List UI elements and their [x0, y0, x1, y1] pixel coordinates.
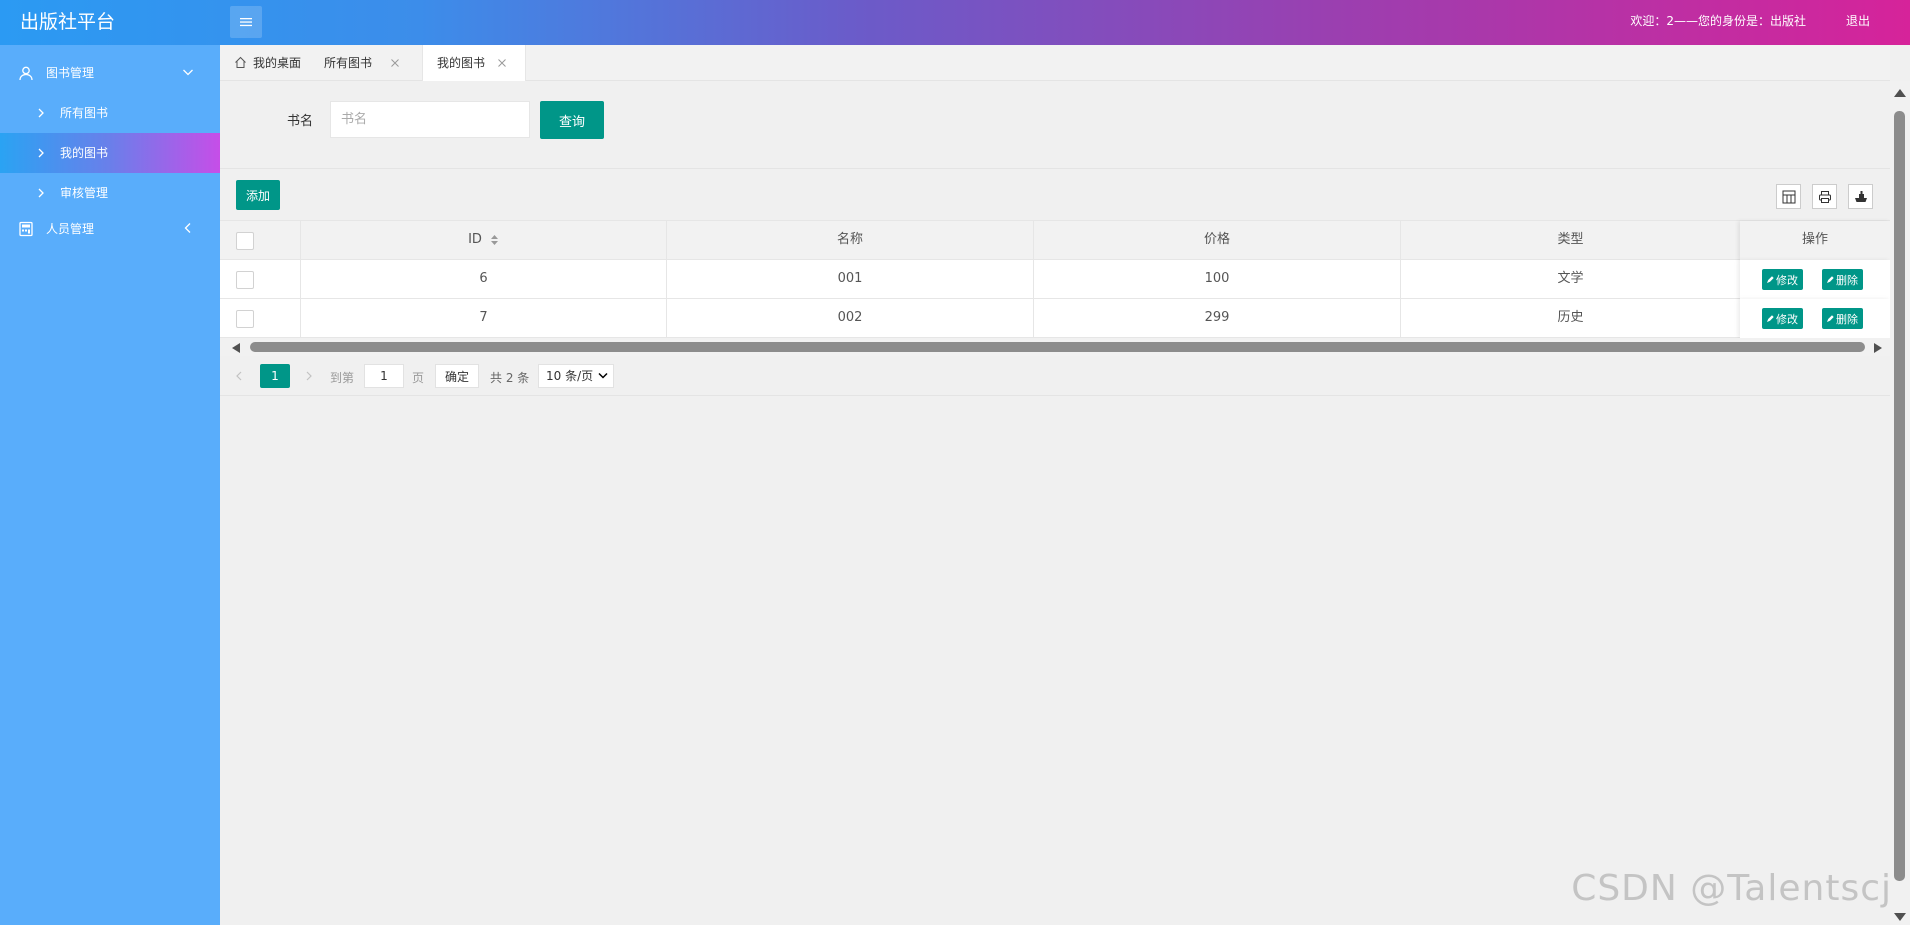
prev-page-icon[interactable]: [234, 371, 244, 381]
book-name-search-input[interactable]: [330, 101, 530, 138]
pencil-icon: [1827, 314, 1834, 322]
welcome-text: 欢迎：2——您的身份是：出版社: [1630, 14, 1806, 28]
table-row: 7 002 299 历史 修改 删除: [220, 299, 1890, 338]
search-form: 书名 查询: [220, 81, 1890, 169]
app-logo-title: 出版社平台: [20, 11, 116, 33]
sort-icon[interactable]: [490, 234, 499, 246]
calculator-icon: [19, 221, 33, 237]
page-size-select[interactable]: 10 条/页: [538, 364, 614, 388]
sidebar-group-staff-management[interactable]: 人员管理: [0, 209, 220, 249]
next-page-icon[interactable]: [304, 371, 314, 381]
sidebar-item-label: 所有图书: [60, 106, 109, 120]
column-header-id[interactable]: ID: [301, 221, 667, 260]
tab-my-desktop[interactable]: 我的桌面: [220, 45, 310, 81]
table-row: 6 001 100 文学 修改 删除: [220, 260, 1890, 299]
tab-all-books[interactable]: 所有图书: [312, 45, 412, 81]
header-checkbox-cell: [220, 221, 301, 260]
table-header-row: ID 名称 价格 类型 操作: [220, 221, 1890, 260]
scrollbar-thumb[interactable]: [1894, 111, 1905, 881]
delete-button[interactable]: 删除: [1822, 269, 1863, 290]
cell-actions: 修改 删除: [1740, 260, 1890, 299]
print-icon: [1818, 190, 1831, 203]
print-button[interactable]: [1812, 184, 1837, 209]
cell-price: 100: [1034, 260, 1401, 299]
pagination: 1 到第 页 确定 共 2 条 10 条/页: [220, 356, 1890, 396]
logout-link[interactable]: 退出: [1846, 0, 1870, 43]
sidebar-group-label: 图书管理: [46, 66, 95, 80]
row-checkbox[interactable]: [236, 310, 254, 328]
cell-id: 6: [301, 260, 667, 299]
top-header: 出版社平台 欢迎：2——您的身份是：出版社 退出: [0, 0, 1910, 45]
edit-button[interactable]: 修改: [1762, 269, 1803, 290]
column-header-name: 名称: [667, 221, 1034, 260]
books-table: ID 名称 价格 类型 操作 6 001 100 文学 修改 删除 7 002 …: [220, 220, 1890, 338]
select-all-checkbox[interactable]: [236, 232, 254, 250]
cell-type: 文学: [1557, 271, 1584, 286]
tab-bar: 我的桌面 所有图书 我的图书: [220, 45, 1890, 81]
cell-actions: 修改 删除: [1740, 299, 1890, 338]
add-button[interactable]: 添加: [236, 180, 280, 210]
sidebar-item-label: 审核管理: [60, 186, 109, 200]
cell-price: 299: [1034, 299, 1401, 338]
pencil-icon: [1767, 275, 1774, 283]
page-suffix-label: 页: [412, 371, 425, 385]
book-name-label: 书名: [287, 114, 314, 129]
export-button[interactable]: [1848, 184, 1873, 209]
total-count: 共 2 条: [490, 371, 530, 385]
hamburger-icon: [240, 18, 252, 27]
scroll-right-arrow-icon[interactable]: [1874, 343, 1882, 353]
chevron-left-icon: [184, 223, 191, 233]
chevron-right-icon: [38, 188, 44, 198]
chevron-right-icon: [38, 108, 44, 118]
chevron-down-icon: [598, 372, 608, 379]
page-vertical-scrollbar[interactable]: [1890, 81, 1910, 925]
menu-toggle-button[interactable]: [230, 6, 262, 38]
close-icon[interactable]: [497, 58, 507, 68]
tab-label: 所有图书: [324, 56, 373, 70]
delete-button[interactable]: 删除: [1822, 308, 1863, 329]
row-checkbox[interactable]: [236, 271, 254, 289]
row-checkbox-cell: [220, 260, 301, 299]
chevron-down-icon: [183, 69, 193, 76]
sidebar-item-review-management[interactable]: 审核管理: [0, 173, 220, 213]
goto-page-input[interactable]: [364, 364, 404, 388]
sidebar-group-book-management[interactable]: 图书管理: [0, 53, 220, 93]
scroll-down-arrow-icon[interactable]: [1894, 913, 1906, 921]
columns-filter-button[interactable]: [1776, 184, 1801, 209]
sidebar-group-label: 人员管理: [46, 222, 95, 236]
column-header-price: 价格: [1034, 221, 1401, 260]
cell-name: 001: [667, 260, 1034, 299]
current-page[interactable]: 1: [260, 364, 290, 388]
watermark: CSDN @Talentscj: [1571, 868, 1892, 909]
export-icon: [1854, 190, 1867, 202]
row-checkbox-cell: [220, 299, 301, 338]
pencil-icon: [1767, 314, 1774, 322]
close-icon[interactable]: [390, 58, 400, 68]
cell-name: 002: [667, 299, 1034, 338]
tab-my-books[interactable]: 我的图书: [422, 45, 526, 81]
table-horizontal-scrollbar[interactable]: [220, 338, 1890, 356]
edit-button[interactable]: 修改: [1762, 308, 1803, 329]
scroll-up-arrow-icon[interactable]: [1894, 89, 1906, 97]
goto-confirm-button[interactable]: 确定: [435, 364, 479, 388]
sidebar-item-all-books[interactable]: 所有图书: [0, 93, 220, 133]
columns-filter-icon: [1782, 190, 1795, 203]
chevron-right-icon: [38, 148, 44, 158]
sidebar-item-label: 我的图书: [60, 146, 109, 160]
user-icon: [19, 66, 33, 81]
sidebar-item-my-books[interactable]: 我的图书: [0, 133, 220, 173]
sidebar: 图书管理 所有图书 我的图书 审核管理 人员管理: [0, 45, 220, 925]
scroll-left-arrow-icon[interactable]: [232, 343, 240, 353]
tab-label: 我的桌面: [253, 56, 302, 70]
pencil-icon: [1827, 275, 1834, 283]
home-icon: [235, 56, 246, 68]
scrollbar-thumb[interactable]: [250, 342, 1865, 352]
column-header-actions: 操作: [1740, 221, 1890, 260]
query-button[interactable]: 查询: [540, 101, 604, 139]
goto-label: 到第: [330, 371, 355, 385]
cell-id: 7: [301, 299, 667, 338]
tab-label: 我的图书: [437, 56, 486, 70]
cell-type: 历史: [1557, 310, 1584, 325]
column-header-type: 类型: [1557, 232, 1584, 247]
